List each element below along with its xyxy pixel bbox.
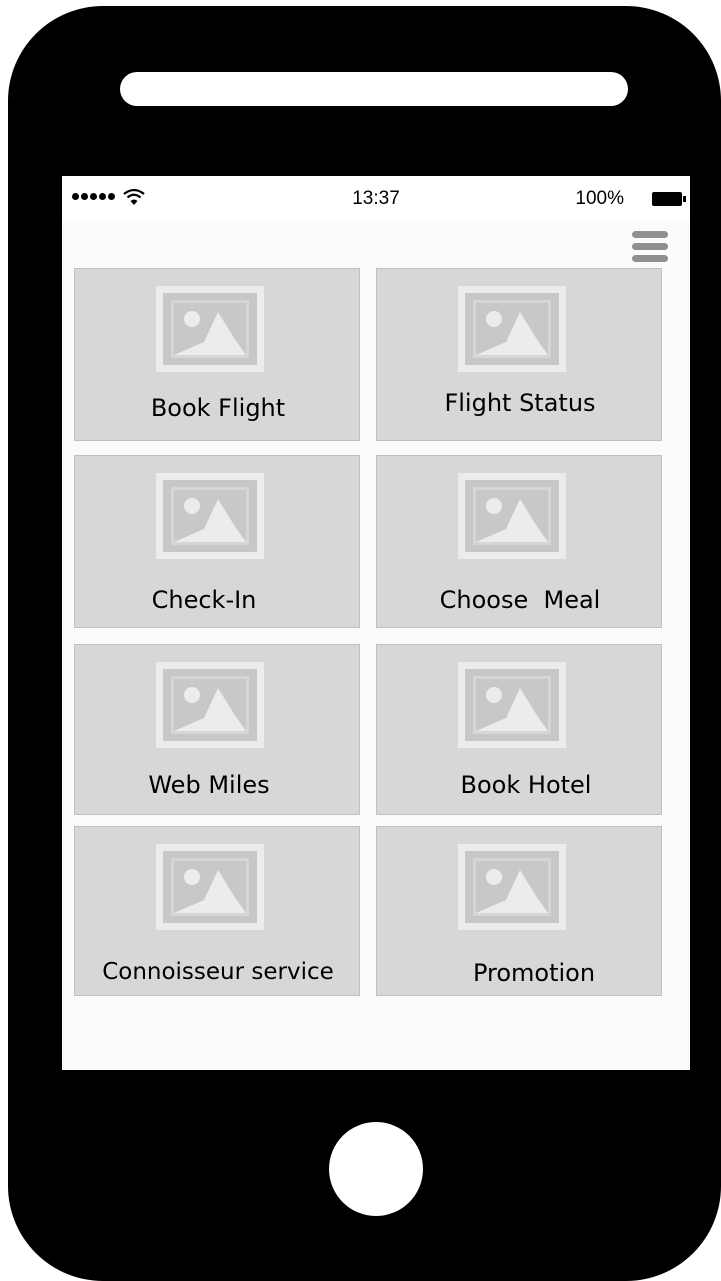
image-placeholder-icon — [458, 662, 566, 748]
speaker-grille — [120, 72, 628, 106]
hamburger-menu-icon[interactable] — [632, 226, 668, 264]
image-placeholder-icon — [458, 286, 566, 372]
tile-connoisseur-service[interactable]: Connoisseur service — [74, 826, 360, 996]
status-bar: 13:37 100% — [62, 176, 690, 222]
tile-label: Promotion — [472, 959, 596, 987]
home-button[interactable] — [329, 1122, 423, 1216]
phone-frame: 13:37 100% Book Flight Flight Status Che… — [8, 6, 721, 1281]
tile-choose-meal[interactable]: Choose Meal — [376, 455, 662, 628]
tile-check-in[interactable]: Check-In — [74, 455, 360, 628]
tile-label: Flight Status — [444, 389, 596, 417]
tile-promotion[interactable]: Promotion — [376, 826, 662, 996]
tile-web-miles[interactable]: Web Miles — [74, 644, 360, 815]
tile-label: Book Flight — [150, 394, 286, 422]
tile-label: Check-In — [151, 586, 257, 614]
image-placeholder-icon — [458, 473, 566, 559]
image-placeholder-icon — [458, 844, 566, 930]
tile-label: Connoisseur service — [102, 959, 334, 985]
battery-full-icon — [652, 192, 686, 206]
tile-label: Web Miles — [148, 771, 270, 799]
image-placeholder-icon — [156, 286, 264, 372]
tile-label: Choose Meal — [439, 586, 601, 614]
phone-screen: 13:37 100% Book Flight Flight Status Che… — [62, 176, 690, 1070]
battery-percentage: 100% — [575, 188, 624, 209]
image-placeholder-icon — [156, 473, 264, 559]
image-placeholder-icon — [156, 844, 264, 930]
tile-book-flight[interactable]: Book Flight — [74, 268, 360, 441]
tile-book-hotel[interactable]: Book Hotel — [376, 644, 662, 815]
tile-label: Book Hotel — [460, 771, 592, 799]
image-placeholder-icon — [156, 662, 264, 748]
tile-flight-status[interactable]: Flight Status — [376, 268, 662, 441]
